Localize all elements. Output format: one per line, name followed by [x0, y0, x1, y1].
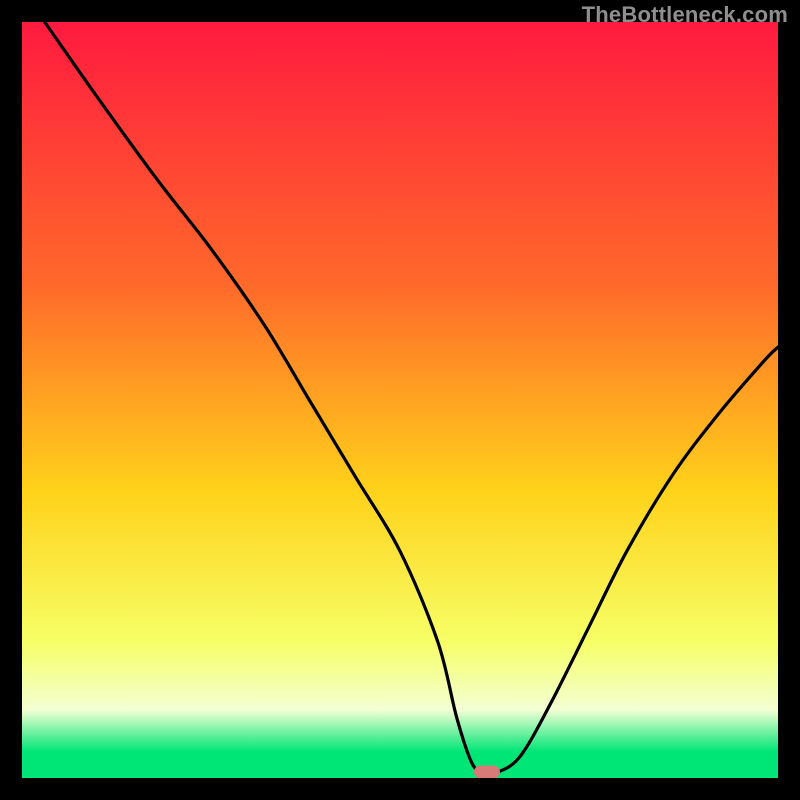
gradient-background [22, 22, 778, 778]
plot-area [22, 22, 778, 778]
chart-frame: TheBottleneck.com [0, 0, 800, 800]
bottleneck-curve-chart [22, 22, 778, 778]
optimum-marker [474, 765, 500, 778]
